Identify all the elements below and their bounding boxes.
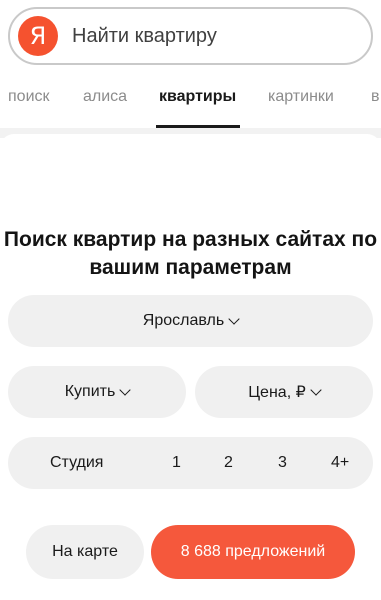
tab-search[interactable]: поиск bbox=[8, 88, 50, 106]
tab-alice[interactable]: алиса bbox=[83, 88, 127, 106]
room-option-4plus[interactable]: 4+ bbox=[331, 454, 349, 472]
chevron-down-icon bbox=[119, 383, 131, 396]
tab-images[interactable]: картинки bbox=[268, 88, 334, 106]
show-offers-button[interactable]: 8 688 предложений bbox=[151, 525, 355, 579]
deal-type-select[interactable]: Купить bbox=[8, 366, 186, 418]
price-select[interactable]: Цена, ₽ bbox=[195, 366, 373, 418]
chevron-down-icon bbox=[310, 383, 322, 396]
search-input[interactable] bbox=[72, 24, 342, 48]
price-label: Цена, ₽ bbox=[248, 384, 306, 401]
search-bar[interactable]: Я bbox=[8, 7, 373, 65]
page-title: Поиск квартир на разных сайтах по вашим … bbox=[3, 228, 378, 279]
room-option-studio[interactable]: Студия bbox=[50, 454, 103, 472]
deal-type-label: Купить bbox=[64, 383, 116, 400]
tab-bar: поиск алиса квартиры картинки в bbox=[0, 78, 381, 122]
map-button[interactable]: На карте bbox=[26, 525, 144, 579]
rooms-selector: Студия 1 2 3 4+ bbox=[8, 437, 373, 489]
room-option-3[interactable]: 3 bbox=[278, 454, 287, 472]
tab-more[interactable]: в bbox=[371, 88, 380, 106]
yandex-logo-icon[interactable]: Я bbox=[18, 16, 58, 56]
chevron-down-icon bbox=[228, 312, 240, 325]
room-option-1[interactable]: 1 bbox=[172, 454, 181, 472]
city-select-label: Ярославль bbox=[142, 312, 225, 329]
tab-apartments[interactable]: квартиры bbox=[159, 88, 236, 106]
room-option-2[interactable]: 2 bbox=[224, 454, 233, 472]
city-select[interactable]: Ярославль bbox=[8, 295, 373, 347]
